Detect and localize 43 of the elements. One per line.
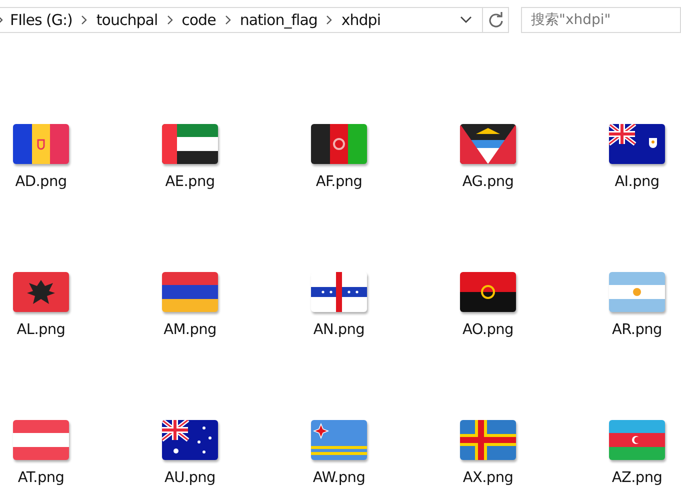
file-name[interactable]: AE.png	[165, 174, 215, 190]
flag-icon	[609, 124, 665, 164]
flag-icon	[162, 124, 218, 164]
file-name[interactable]: AM.png	[164, 322, 216, 338]
chevron-icon	[224, 15, 231, 25]
chevron-icon	[166, 15, 173, 25]
file-name[interactable]: AR.png	[612, 322, 662, 338]
flag-icon	[609, 420, 665, 460]
file-name[interactable]: AW.png	[312, 470, 366, 486]
file-name[interactable]: AG.png	[462, 174, 514, 190]
dropdown-icon[interactable]	[460, 16, 472, 24]
file-name[interactable]: AX.png	[462, 470, 514, 486]
chevron-icon	[326, 15, 332, 25]
flag-icon	[460, 272, 516, 312]
flag-icon	[162, 420, 218, 460]
chevron-icon	[81, 15, 88, 25]
file-name[interactable]: AU.png	[164, 470, 216, 486]
flag-icon	[13, 272, 69, 312]
file-name[interactable]: AF.png	[316, 174, 362, 190]
breadcrumb-item[interactable]: touchpal	[96, 11, 158, 29]
search-field[interactable]: 搜索"xhdpi"	[521, 7, 681, 33]
address-bar[interactable]: FIles (G:) touchpal code nation_flag xhdpi	[0, 7, 509, 33]
breadcrumb-item[interactable]: nation_flag	[240, 11, 318, 29]
flag-icon	[311, 272, 367, 312]
breadcrumb-item[interactable]: FIles (G:)	[10, 11, 72, 29]
file-name[interactable]: AD.png	[15, 174, 67, 190]
flag-icon	[162, 272, 218, 312]
flag-icon	[13, 124, 69, 164]
file-name[interactable]: AN.png	[313, 322, 365, 338]
flag-icon	[311, 420, 367, 460]
flag-icon	[311, 124, 367, 164]
flag-icon	[460, 420, 516, 460]
flag-icon	[460, 124, 516, 164]
breadcrumb-item[interactable]: code	[182, 11, 216, 29]
file-name[interactable]: AO.png	[462, 322, 514, 338]
file-name[interactable]: AZ.png	[612, 470, 662, 486]
flag-icon	[13, 420, 69, 460]
flag-icon	[609, 272, 665, 312]
breadcrumb-item[interactable]: xhdpi	[341, 11, 381, 29]
file-name[interactable]: AI.png	[614, 174, 660, 190]
refresh-icon	[488, 12, 504, 28]
file-name[interactable]: AL.png	[16, 322, 66, 338]
file-name[interactable]: AT.png	[18, 470, 64, 486]
